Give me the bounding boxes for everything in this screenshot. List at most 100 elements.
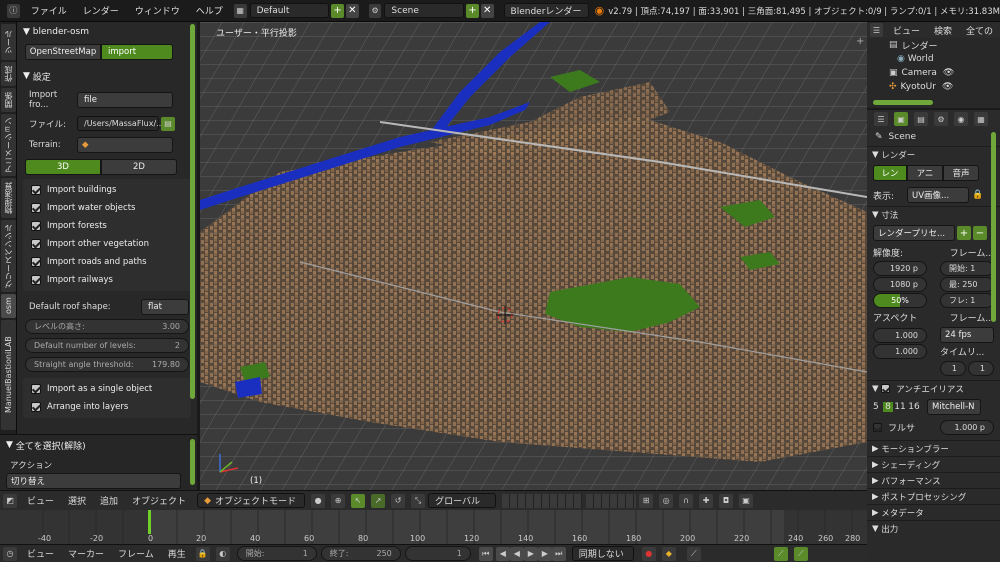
- frame-step-field[interactable]: フレ: 1: [940, 293, 994, 308]
- preset-select[interactable]: レンダープリセ...: [873, 225, 955, 241]
- terrain-select[interactable]: ◆: [77, 137, 173, 153]
- render-still-button[interactable]: レン: [873, 165, 907, 181]
- level-height-field[interactable]: レベルの高さ: 3.00: [25, 319, 189, 334]
- visibility-icon[interactable]: 👁: [942, 82, 953, 92]
- info-editor-icon[interactable]: ⓘ: [7, 3, 20, 18]
- tab-grease-pencil[interactable]: グリースペンシル: [1, 220, 16, 292]
- menu-view[interactable]: ビュー: [886, 24, 927, 37]
- menu-file[interactable]: ファイル: [23, 4, 75, 17]
- keyframe-type-icon[interactable]: ⟋: [686, 546, 701, 561]
- import-railways-checkbox[interactable]: Import railways: [23, 271, 191, 289]
- remove-scene-button[interactable]: ✕: [480, 3, 494, 18]
- preview-range-icon[interactable]: ◐: [215, 546, 230, 561]
- timeline[interactable]: -40 -20 0 20 40 60 80 100 120 140 160 18…: [0, 510, 867, 544]
- visibility-icon[interactable]: 👁: [943, 68, 954, 78]
- layers-grid-2[interactable]: [586, 493, 637, 508]
- motion-blur-section[interactable]: ▶ モーションブラー: [867, 440, 1000, 456]
- aa-samples-16[interactable]: 16: [907, 402, 921, 412]
- play-reverse-icon[interactable]: ◀: [509, 546, 524, 561]
- remove-layout-button[interactable]: ✕: [345, 3, 359, 18]
- shading-section[interactable]: ▶ シェーディング: [867, 456, 1000, 472]
- render-anim-button[interactable]: アニ: [907, 165, 943, 181]
- menu-render[interactable]: レンダー: [75, 4, 127, 17]
- aa-samples-5[interactable]: 5: [873, 402, 883, 412]
- outliner-item-world[interactable]: ◉ World: [867, 52, 1000, 66]
- shading-icon[interactable]: ●: [311, 493, 326, 508]
- outliner-scrollbar[interactable]: [873, 100, 933, 105]
- dimensions-section[interactable]: ▼ 寸法: [867, 206, 1000, 222]
- render-section[interactable]: ▼ レンダー: [867, 146, 1000, 162]
- checkbox-icon[interactable]: [881, 384, 891, 393]
- import-button[interactable]: import: [101, 44, 173, 60]
- keying-set-icon[interactable]: ◆: [661, 546, 676, 561]
- keying-lock-icon[interactable]: 🔒: [195, 546, 210, 561]
- mode-select[interactable]: ◆ オブジェクトモード: [197, 493, 306, 508]
- menu-all[interactable]: 全ての: [959, 24, 1000, 37]
- editor-type-icon[interactable]: ◩: [3, 493, 17, 508]
- prev-keyframe-icon[interactable]: ◀: [495, 546, 510, 561]
- time-remap-old-field[interactable]: 1: [940, 361, 966, 376]
- outliner-item-render[interactable]: ▤ レンダー: [867, 38, 1000, 52]
- tab-osm[interactable]: osm: [1, 294, 16, 318]
- jump-end-icon[interactable]: ⏭: [551, 546, 566, 561]
- menu-marker[interactable]: マーカー: [61, 547, 111, 560]
- menu-help[interactable]: ヘルプ: [188, 4, 231, 17]
- snap-target-icon[interactable]: ✚: [699, 493, 714, 508]
- aa-samples-11[interactable]: 11: [893, 402, 907, 412]
- filter-size-field[interactable]: 1.000 p: [940, 420, 994, 435]
- mode-2d-button[interactable]: 2D: [101, 159, 177, 175]
- panel-scrollbar[interactable]: [190, 24, 195, 399]
- menu-frame[interactable]: フレーム: [111, 547, 161, 560]
- frame-start-field[interactable]: 開始: 1: [940, 261, 994, 276]
- add-preset-button[interactable]: +: [957, 226, 971, 240]
- start-frame-field[interactable]: 開始: 1: [236, 546, 317, 561]
- camera-icon[interactable]: ▣: [739, 493, 754, 508]
- menu-window[interactable]: ウィンドウ: [127, 4, 188, 17]
- tab-animation[interactable]: アニメーション: [1, 114, 16, 176]
- lock-icon[interactable]: 🔒: [972, 190, 983, 200]
- properties-scrollbar[interactable]: [991, 132, 996, 322]
- frame-end-field[interactable]: 最: 250: [940, 277, 994, 292]
- snap-icon[interactable]: ∩: [679, 493, 694, 508]
- 3d-viewport[interactable]: ユーザー・平行投影 (1) +: [200, 22, 867, 490]
- tab-tools[interactable]: ツール: [1, 24, 16, 60]
- import-buildings-checkbox[interactable]: Import buildings: [23, 181, 191, 199]
- angle-threshold-field[interactable]: Straight angle threshold: 179.80: [25, 357, 189, 372]
- add-region-icon[interactable]: +: [856, 36, 864, 47]
- collapse-arrow-icon[interactable]: ▼: [23, 71, 33, 81]
- rotate-icon[interactable]: ↺: [391, 493, 406, 508]
- import-water-checkbox[interactable]: Import water objects: [23, 199, 191, 217]
- key-delete-icon[interactable]: ⟋: [793, 546, 808, 561]
- orientation-select[interactable]: グローバル: [428, 493, 497, 508]
- add-scene-button[interactable]: +: [466, 3, 479, 18]
- menu-search[interactable]: 検索: [927, 24, 959, 37]
- resolution-x-field[interactable]: 1920 p: [873, 261, 927, 276]
- tab-manuel-bastioni[interactable]: ManuelBastioniLAB: [1, 320, 16, 430]
- action-select[interactable]: 切り替え: [6, 473, 181, 489]
- menu-view[interactable]: ビュー: [20, 547, 61, 560]
- aa-samples-8[interactable]: 8: [883, 402, 893, 412]
- jump-start-icon[interactable]: ⏮: [478, 546, 493, 561]
- levels-field[interactable]: Default number of levels: 2: [25, 338, 189, 353]
- openstreetmap-button[interactable]: OpenStreetMap: [25, 44, 101, 60]
- post-processing-section[interactable]: ▶ ポストプロセッシング: [867, 488, 1000, 504]
- scale-icon[interactable]: ⤡: [411, 493, 426, 508]
- folder-icon[interactable]: ▤: [161, 116, 175, 131]
- translate-icon[interactable]: ↗: [371, 493, 386, 508]
- collapse-arrow-icon[interactable]: ▼: [23, 27, 33, 37]
- outliner-item-kyoto[interactable]: ✣ KyotoUr 👁: [867, 80, 1000, 94]
- record-icon[interactable]: ●: [641, 546, 656, 561]
- checkbox-icon[interactable]: [873, 423, 882, 432]
- sync-select[interactable]: 同期しない: [571, 546, 634, 561]
- import-roads-checkbox[interactable]: Import roads and paths: [23, 253, 191, 271]
- render-tab-icon[interactable]: ▣: [894, 112, 908, 126]
- mode-3d-button[interactable]: 3D: [25, 159, 101, 175]
- aa-filter-select[interactable]: Mitchell-N: [927, 399, 981, 415]
- menu-select[interactable]: 選択: [61, 494, 93, 507]
- end-frame-field[interactable]: 終了: 250: [320, 546, 401, 561]
- outliner-editor-icon[interactable]: ☰: [870, 23, 883, 37]
- performance-section[interactable]: ▶ パフォーマンス: [867, 472, 1000, 488]
- aspect-x-field[interactable]: 1.000: [873, 327, 927, 343]
- menu-playback[interactable]: 再生: [161, 547, 193, 560]
- output-section[interactable]: ▼ 出力: [867, 520, 1000, 536]
